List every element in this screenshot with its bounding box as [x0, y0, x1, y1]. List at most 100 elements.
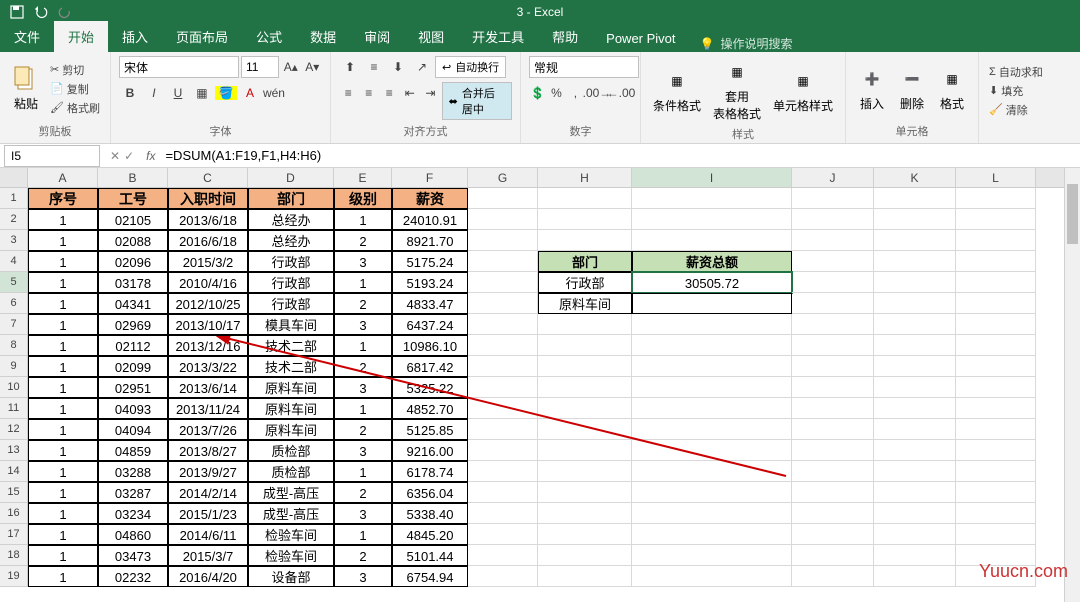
row-header[interactable]: 17	[0, 524, 28, 545]
row-header[interactable]: 5	[0, 272, 28, 293]
formula-input[interactable]	[161, 148, 1080, 163]
table-cell[interactable]: 2012/10/25	[168, 293, 248, 314]
font-color-button[interactable]: A	[239, 82, 261, 104]
table-cell[interactable]: 行政部	[248, 251, 334, 272]
table-header[interactable]: 工号	[98, 188, 168, 209]
cell[interactable]	[874, 524, 956, 545]
row-header[interactable]: 18	[0, 545, 28, 566]
cell[interactable]	[538, 335, 632, 356]
copy-button[interactable]: 📄复制	[48, 80, 102, 98]
cell[interactable]	[956, 356, 1036, 377]
table-cell[interactable]: 1	[334, 524, 392, 545]
cell[interactable]	[468, 251, 538, 272]
percent-icon[interactable]: %	[548, 82, 565, 104]
table-cell[interactable]: 9216.00	[392, 440, 468, 461]
cell[interactable]	[874, 566, 956, 587]
table-cell[interactable]: 3	[334, 566, 392, 587]
comma-icon[interactable]: ,	[567, 82, 584, 104]
col-header-D[interactable]: D	[248, 168, 334, 187]
orientation-icon[interactable]: ↗	[411, 56, 433, 78]
cell[interactable]	[874, 461, 956, 482]
table-cell[interactable]: 质检部	[248, 440, 334, 461]
cell[interactable]	[792, 482, 874, 503]
table-cell[interactable]: 3	[334, 314, 392, 335]
cell[interactable]	[956, 440, 1036, 461]
cell[interactable]	[956, 419, 1036, 440]
number-format-select[interactable]	[529, 56, 639, 78]
cell[interactable]	[956, 293, 1036, 314]
table-cell[interactable]: 5175.24	[392, 251, 468, 272]
table-cell[interactable]: 3	[334, 377, 392, 398]
table-cell[interactable]: 2010/4/16	[168, 272, 248, 293]
table-cell[interactable]: 4845.20	[392, 524, 468, 545]
table-cell[interactable]: 5325.22	[392, 377, 468, 398]
table-cell[interactable]: 行政部	[248, 293, 334, 314]
table-cell[interactable]: 1	[28, 356, 98, 377]
table-cell[interactable]: 原料车间	[248, 377, 334, 398]
merge-center-button[interactable]: ⬌合并后居中	[442, 82, 512, 120]
tab-layout[interactable]: 页面布局	[162, 21, 242, 52]
table-cell[interactable]: 2015/1/23	[168, 503, 248, 524]
save-icon[interactable]	[8, 3, 26, 21]
font-size-select[interactable]	[241, 56, 279, 78]
table-cell[interactable]: 3	[334, 251, 392, 272]
format-painter-button[interactable]: 🖌格式刷	[48, 99, 102, 117]
table-cell[interactable]: 03234	[98, 503, 168, 524]
table-cell[interactable]: 2013/6/14	[168, 377, 248, 398]
table-cell[interactable]: 总经办	[248, 209, 334, 230]
table-cell[interactable]: 04341	[98, 293, 168, 314]
table-cell[interactable]: 02088	[98, 230, 168, 251]
cell[interactable]	[874, 377, 956, 398]
cancel-icon[interactable]: ✕	[110, 149, 120, 163]
cell[interactable]	[468, 377, 538, 398]
table-cell[interactable]: 2013/3/22	[168, 356, 248, 377]
table-cell[interactable]: 02096	[98, 251, 168, 272]
table-cell[interactable]: 02112	[98, 335, 168, 356]
col-header-K[interactable]: K	[874, 168, 956, 187]
cell[interactable]	[956, 272, 1036, 293]
cell[interactable]	[468, 188, 538, 209]
col-header-A[interactable]: A	[28, 168, 98, 187]
table-cell[interactable]: 4833.47	[392, 293, 468, 314]
cell[interactable]	[468, 272, 538, 293]
table-cell[interactable]: 2	[334, 230, 392, 251]
cell[interactable]	[874, 482, 956, 503]
cell[interactable]	[632, 503, 792, 524]
cell[interactable]	[874, 503, 956, 524]
cell[interactable]	[538, 314, 632, 335]
table-cell[interactable]: 2013/8/27	[168, 440, 248, 461]
table-cell[interactable]: 1	[28, 398, 98, 419]
table-cell[interactable]: 1	[28, 482, 98, 503]
table-cell[interactable]: 2013/9/27	[168, 461, 248, 482]
paste-button[interactable]: 粘贴	[8, 63, 44, 114]
bold-button[interactable]: B	[119, 82, 141, 104]
cell[interactable]	[792, 398, 874, 419]
table-cell[interactable]: 2014/2/14	[168, 482, 248, 503]
cell[interactable]	[468, 293, 538, 314]
cell[interactable]	[538, 482, 632, 503]
col-header-B[interactable]: B	[98, 168, 168, 187]
cell[interactable]	[468, 398, 538, 419]
cell[interactable]	[874, 335, 956, 356]
cell[interactable]	[956, 230, 1036, 251]
cell[interactable]	[874, 440, 956, 461]
table-cell[interactable]: 02099	[98, 356, 168, 377]
table-cell[interactable]: 6178.74	[392, 461, 468, 482]
table-cell[interactable]: 行政部	[248, 272, 334, 293]
table-cell[interactable]: 总经办	[248, 230, 334, 251]
row-header[interactable]: 2	[0, 209, 28, 230]
cell[interactable]	[956, 209, 1036, 230]
table-cell[interactable]: 8921.70	[392, 230, 468, 251]
table-cell[interactable]: 6437.24	[392, 314, 468, 335]
cell[interactable]	[468, 419, 538, 440]
cell[interactable]	[538, 461, 632, 482]
phonetic-button[interactable]: wén	[263, 82, 285, 104]
delete-cells-button[interactable]: ➖删除	[894, 63, 930, 114]
result-header[interactable]: 薪资总额	[632, 251, 792, 272]
tab-view[interactable]: 视图	[404, 21, 458, 52]
table-cell[interactable]: 5125.85	[392, 419, 468, 440]
table-cell[interactable]: 1	[28, 545, 98, 566]
table-cell[interactable]: 04093	[98, 398, 168, 419]
italic-button[interactable]: I	[143, 82, 165, 104]
cell[interactable]	[538, 398, 632, 419]
